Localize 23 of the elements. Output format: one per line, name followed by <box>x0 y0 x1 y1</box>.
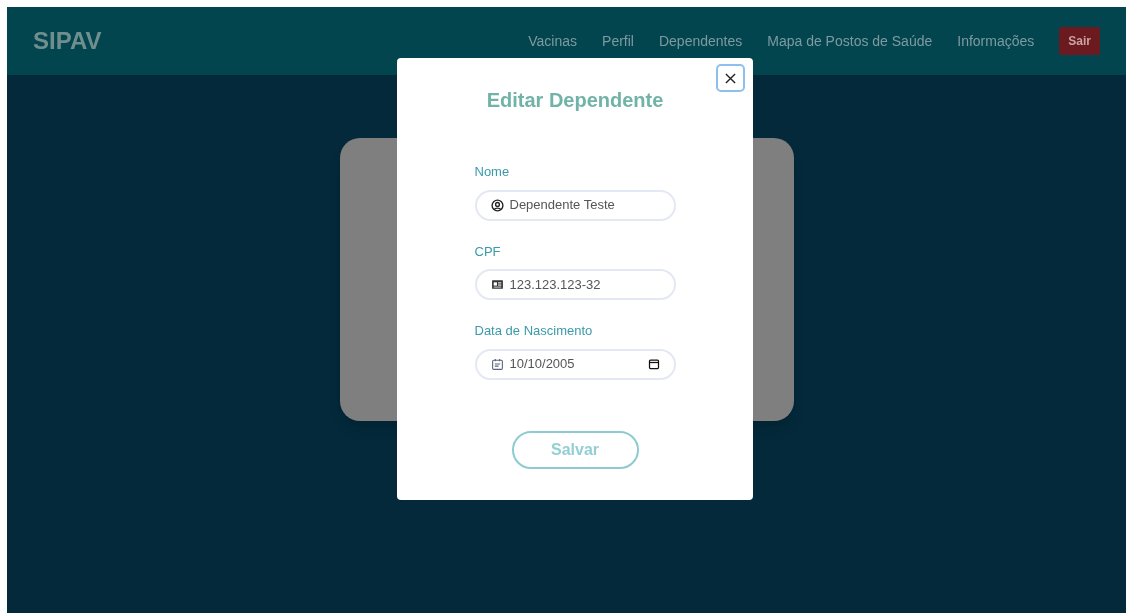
close-icon <box>725 72 736 84</box>
user-circle-icon <box>490 198 504 212</box>
modal-title: Editar Dependente <box>486 88 664 113</box>
nav-link[interactable]: Perfil <box>602 30 634 52</box>
field-value: Dependente Teste <box>509 196 616 215</box>
field-label: Data de Nascimento <box>474 322 594 340</box>
calendar-picker-icon[interactable] <box>647 358 660 370</box>
brand-logo[interactable]: SIPAV <box>33 23 102 59</box>
close-button[interactable] <box>716 64 745 92</box>
field-value: 10/10/2005 <box>509 355 576 374</box>
nav-link[interactable]: Mapa de Postos de Saúde <box>767 30 933 52</box>
id-card-icon <box>490 278 504 291</box>
logout-button[interactable]: Sair <box>1059 27 1100 55</box>
field-label: CPF <box>474 242 502 261</box>
nav-link[interactable]: Informações <box>957 30 1035 52</box>
field-label: Nome <box>474 163 511 181</box>
input-field[interactable]: Dependente Teste <box>474 189 676 221</box>
input-field[interactable]: 123.123.123-32 <box>474 269 676 300</box>
nav-link[interactable]: Dependentes <box>658 30 743 52</box>
field-value: 123.123.123-32 <box>509 275 602 294</box>
input-field[interactable]: 10/10/2005 <box>474 348 676 380</box>
nav-link[interactable]: Vacinas <box>528 30 578 52</box>
calendar-icon <box>490 357 504 371</box>
